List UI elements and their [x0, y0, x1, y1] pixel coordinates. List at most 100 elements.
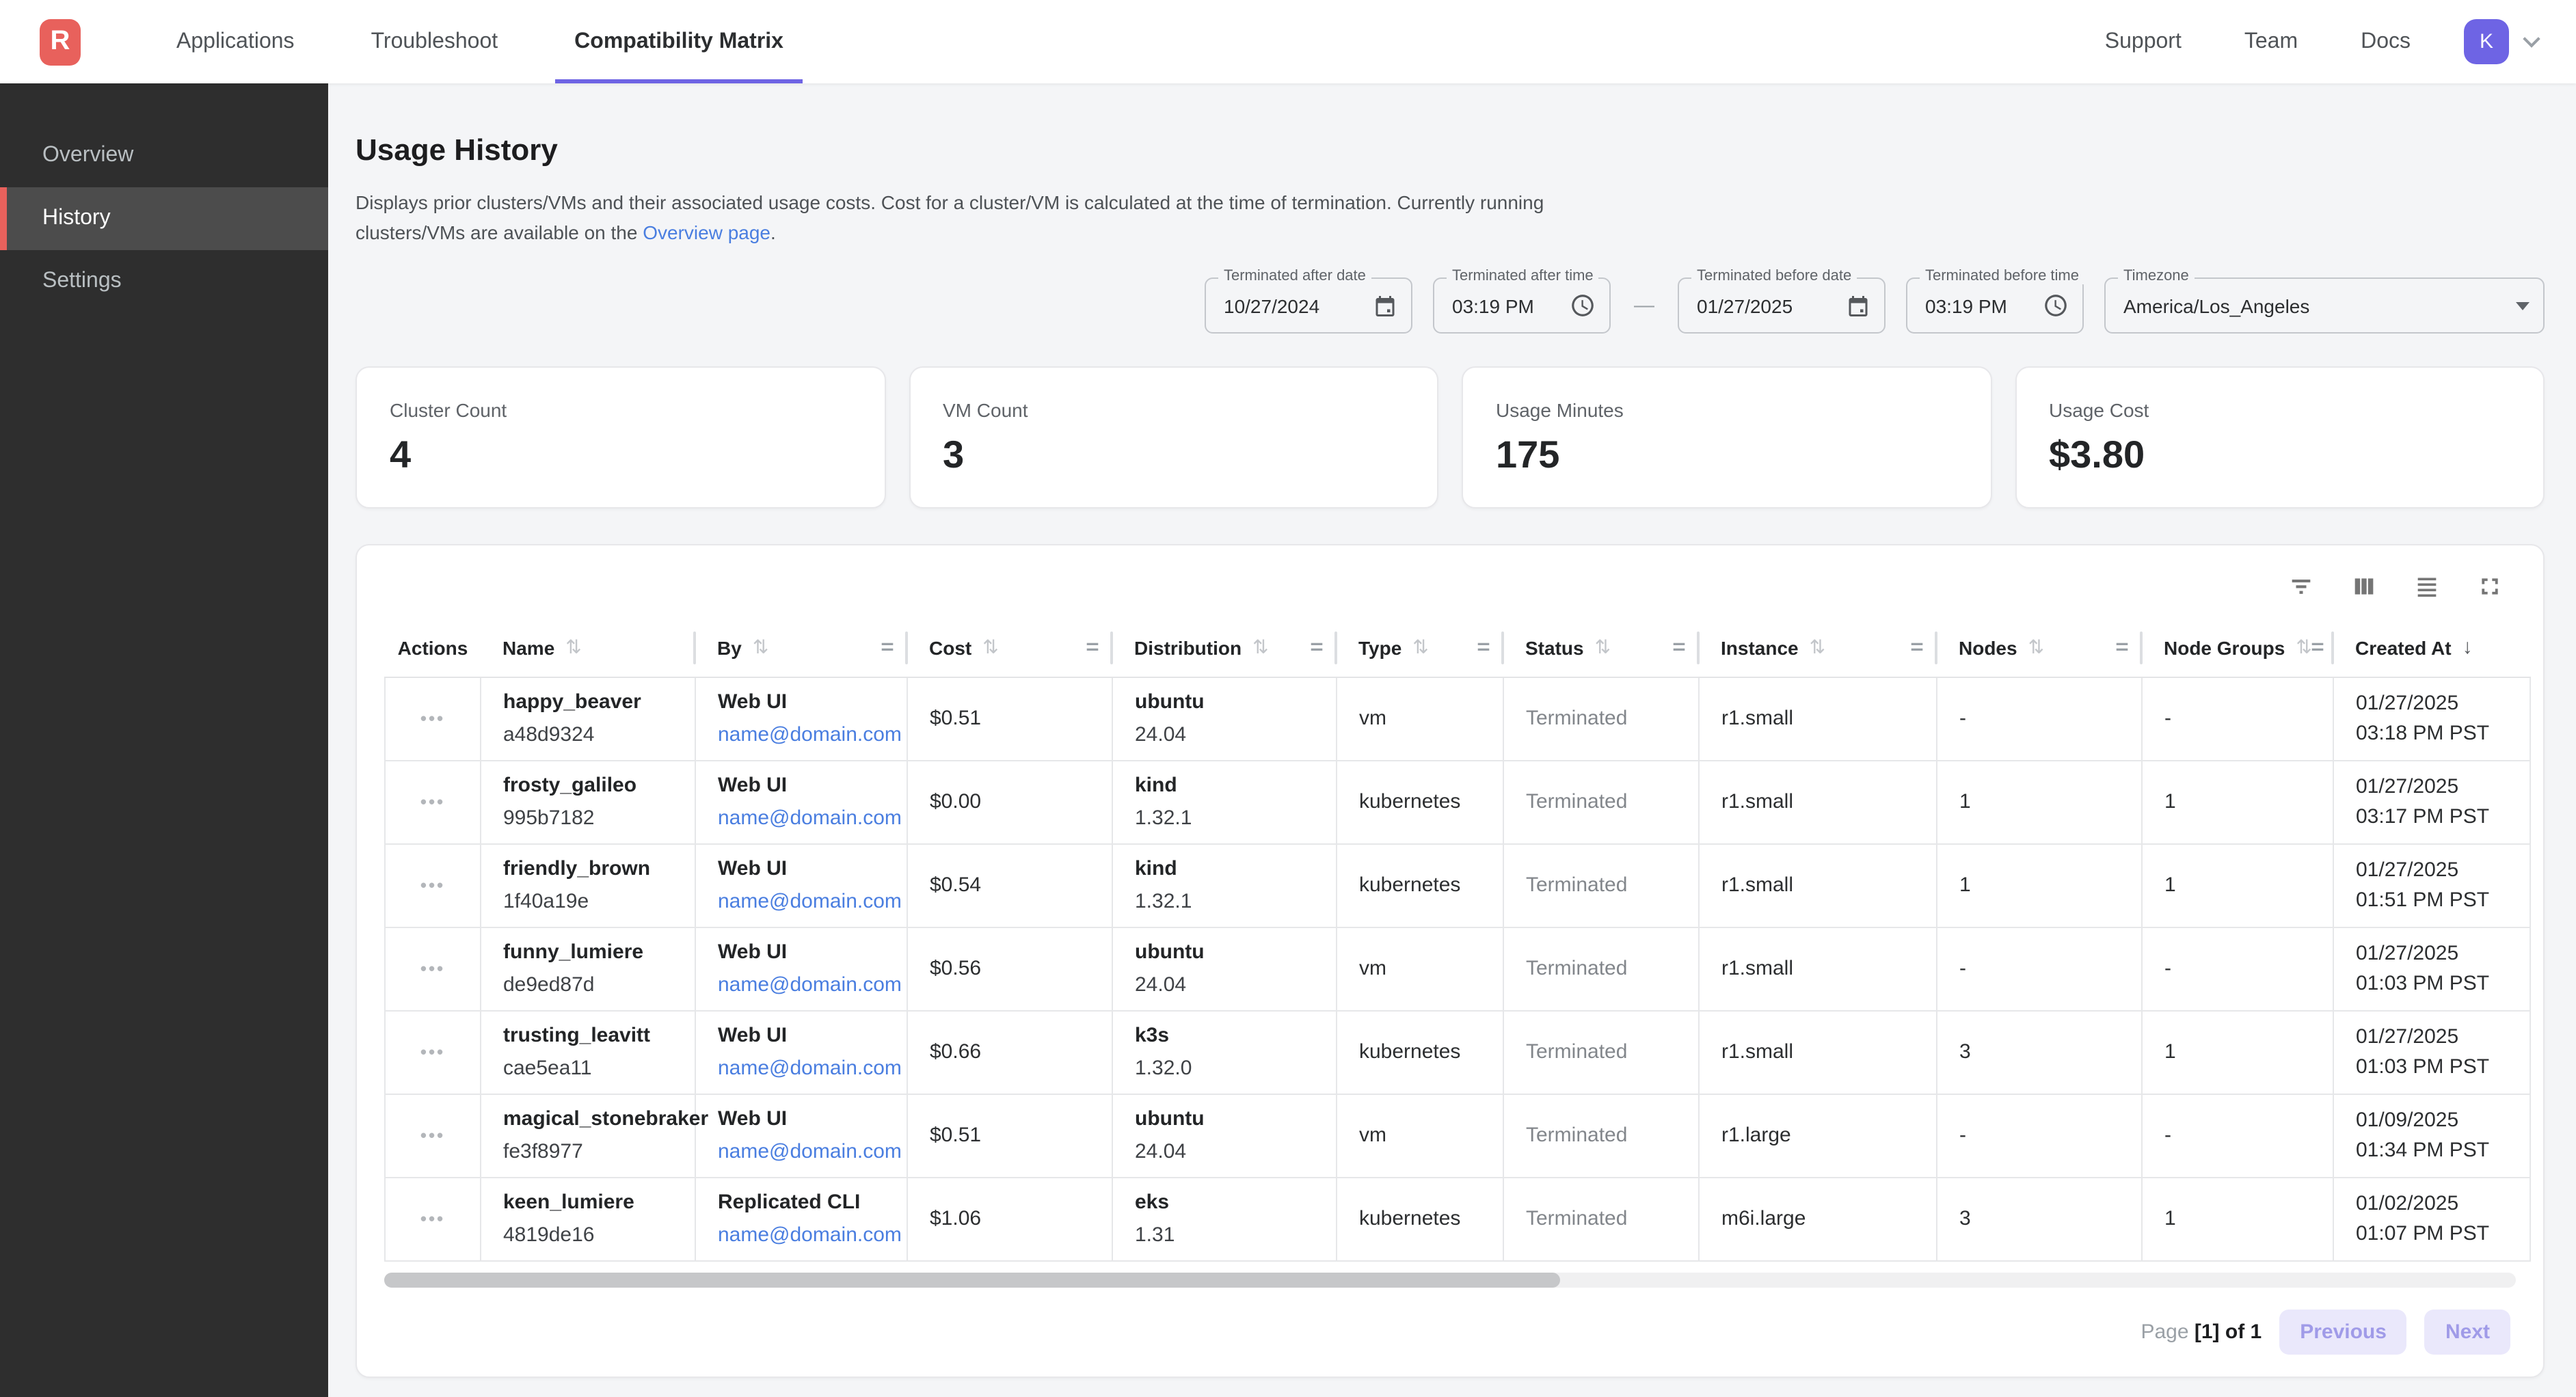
actions-cell: •••: [385, 1177, 481, 1260]
created-at-cell: 01/09/202501:34 PM PST: [2333, 1094, 2530, 1177]
sort-icon[interactable]: ⇅: [1810, 636, 1825, 660]
fullscreen-icon[interactable]: [2475, 571, 2505, 601]
nav-item-applications[interactable]: Applications: [157, 0, 314, 83]
node-groups-cell: -: [2142, 1094, 2333, 1177]
account-chevron-down-icon[interactable]: [2523, 30, 2540, 47]
column-header-instance[interactable]: Instance⇅=: [1699, 619, 1937, 677]
column-menu-icon[interactable]: =: [2115, 636, 2141, 660]
sort-icon[interactable]: ⇅: [753, 636, 768, 660]
column-menu-icon[interactable]: =: [1086, 636, 1111, 660]
name-cell: keen_lumiere4819de16: [481, 1177, 695, 1260]
row-actions-button[interactable]: •••: [420, 875, 445, 895]
nav-item-troubleshoot[interactable]: Troubleshoot: [352, 0, 518, 83]
terminated-after-time-field[interactable]: Terminated after time 03:19 PM: [1433, 277, 1611, 334]
column-header-created-at[interactable]: Created At↓: [2333, 619, 2530, 677]
primary-nav: Applications Troubleshoot Compatibility …: [138, 0, 822, 83]
cluster-id: cae5ea11: [503, 1057, 681, 1080]
sidebar-item-overview[interactable]: Overview: [0, 124, 328, 187]
sort-icon[interactable]: ⇅: [2028, 636, 2044, 660]
by-cell: Web UIname@domain.com: [695, 760, 907, 843]
terminated-before-date-field[interactable]: Terminated before date 01/27/2025: [1678, 277, 1886, 334]
columns-icon[interactable]: [2349, 571, 2379, 601]
nav-link-docs[interactable]: Docs: [2342, 29, 2430, 54]
by-cell: Replicated CLIname@domain.com: [695, 1177, 907, 1260]
created-by-email-link[interactable]: name@domain.com: [718, 1140, 893, 1163]
node-groups-cell: 1: [2142, 1177, 2333, 1260]
sort-icon[interactable]: ⇅: [1252, 636, 1268, 660]
column-menu-icon[interactable]: =: [1672, 636, 1698, 660]
nav-link-support[interactable]: Support: [2086, 29, 2201, 54]
status-badge: Terminated: [1526, 1124, 1627, 1147]
next-page-button[interactable]: Next: [2425, 1309, 2510, 1354]
row-actions-button[interactable]: •••: [420, 1208, 445, 1229]
terminated-after-date-value[interactable]: 10/27/2024: [1224, 295, 1362, 316]
sort-icon[interactable]: ⇅: [1595, 636, 1611, 660]
terminated-after-time-value[interactable]: 03:19 PM: [1452, 295, 1559, 316]
row-actions-button[interactable]: •••: [420, 791, 445, 812]
timezone-select[interactable]: Timezone America/Los_Angeles: [2104, 277, 2545, 334]
status-cell: Terminated: [1503, 1010, 1699, 1094]
column-header-type[interactable]: Type⇅=: [1337, 619, 1503, 677]
previous-page-button[interactable]: Previous: [2279, 1309, 2407, 1354]
filter-icon[interactable]: [2286, 571, 2316, 601]
cost-value: $0.51: [930, 707, 981, 730]
calendar-icon[interactable]: [1373, 293, 1397, 318]
row-actions-button[interactable]: •••: [420, 958, 445, 979]
sort-icon[interactable]: ⇅: [1412, 636, 1428, 660]
overview-page-link[interactable]: Overview page: [643, 221, 770, 243]
clock-icon[interactable]: [2043, 293, 2069, 318]
column-menu-icon[interactable]: =: [1310, 636, 1335, 660]
created-date: 01/27/2025: [2356, 1025, 2516, 1048]
column-menu-icon[interactable]: =: [1910, 636, 1935, 660]
created-by-email-link[interactable]: name@domain.com: [718, 1057, 893, 1080]
row-actions-button[interactable]: •••: [420, 708, 445, 729]
column-header-distribution[interactable]: Distribution⇅=: [1112, 619, 1337, 677]
node-groups-value: 1: [2164, 1207, 2176, 1230]
created-time: 01:34 PM PST: [2356, 1139, 2516, 1162]
terminated-before-time-value[interactable]: 03:19 PM: [1925, 295, 2032, 316]
column-header-node-groups[interactable]: Node Groups⇅=: [2142, 619, 2333, 677]
column-header-nodes[interactable]: Nodes⇅=: [1937, 619, 2142, 677]
distribution-name: kind: [1135, 857, 1322, 880]
instance-cell: r1.small: [1699, 760, 1937, 843]
nav-link-team[interactable]: Team: [2225, 29, 2317, 54]
avatar[interactable]: K: [2464, 19, 2509, 64]
table-row: ••• frosty_galileo995b7182 Web UIname@do…: [385, 760, 2530, 843]
sort-icon[interactable]: ⇅: [565, 636, 581, 660]
dropdown-caret-icon[interactable]: [2516, 301, 2530, 310]
clock-icon[interactable]: [1570, 293, 1596, 318]
sort-icon[interactable]: ⇅: [982, 636, 998, 660]
sidebar-item-history[interactable]: History: [0, 187, 328, 250]
column-menu-icon[interactable]: =: [1477, 636, 1502, 660]
sort-desc-icon[interactable]: ↓: [2463, 636, 2473, 660]
created-by-email-link[interactable]: name@domain.com: [718, 890, 893, 913]
column-header-by[interactable]: By⇅=: [695, 619, 907, 677]
column-header-name[interactable]: Name⇅: [481, 619, 695, 677]
column-header-cost[interactable]: Cost⇅=: [907, 619, 1112, 677]
calendar-icon[interactable]: [1846, 293, 1870, 318]
created-by-email-link[interactable]: name@domain.com: [718, 806, 893, 830]
cost-value: $0.54: [930, 873, 981, 897]
nav-item-compatibility-matrix[interactable]: Compatibility Matrix: [555, 0, 803, 83]
terminated-before-date-value[interactable]: 01/27/2025: [1697, 295, 1835, 316]
created-by-email-link[interactable]: name@domain.com: [718, 1223, 893, 1247]
column-menu-icon[interactable]: =: [881, 636, 906, 660]
instance-value: r1.small: [1721, 790, 1793, 813]
column-header-status[interactable]: Status⇅=: [1503, 619, 1699, 677]
sidebar-item-settings[interactable]: Settings: [0, 250, 328, 313]
sort-icon[interactable]: ⇅: [2296, 636, 2311, 660]
row-actions-button[interactable]: •••: [420, 1042, 445, 1062]
created-by-email-link[interactable]: name@domain.com: [718, 973, 893, 996]
row-actions-button[interactable]: •••: [420, 1125, 445, 1145]
timezone-value[interactable]: America/Los_Angeles: [2123, 295, 2505, 316]
created-date: 01/27/2025: [2356, 692, 2516, 715]
horizontal-scrollbar-thumb[interactable]: [384, 1272, 1560, 1287]
instance-cell: r1.small: [1699, 927, 1937, 1010]
created-by-email-link[interactable]: name@domain.com: [718, 723, 893, 746]
horizontal-scrollbar-track[interactable]: [384, 1272, 2516, 1287]
terminated-before-time-field[interactable]: Terminated before time 03:19 PM: [1906, 277, 2084, 334]
name-cell: funny_lumierede9ed87d: [481, 927, 695, 1010]
density-icon[interactable]: [2412, 571, 2442, 601]
terminated-after-date-field[interactable]: Terminated after date 10/27/2024: [1205, 277, 1412, 334]
replicated-logo[interactable]: R: [40, 18, 81, 65]
